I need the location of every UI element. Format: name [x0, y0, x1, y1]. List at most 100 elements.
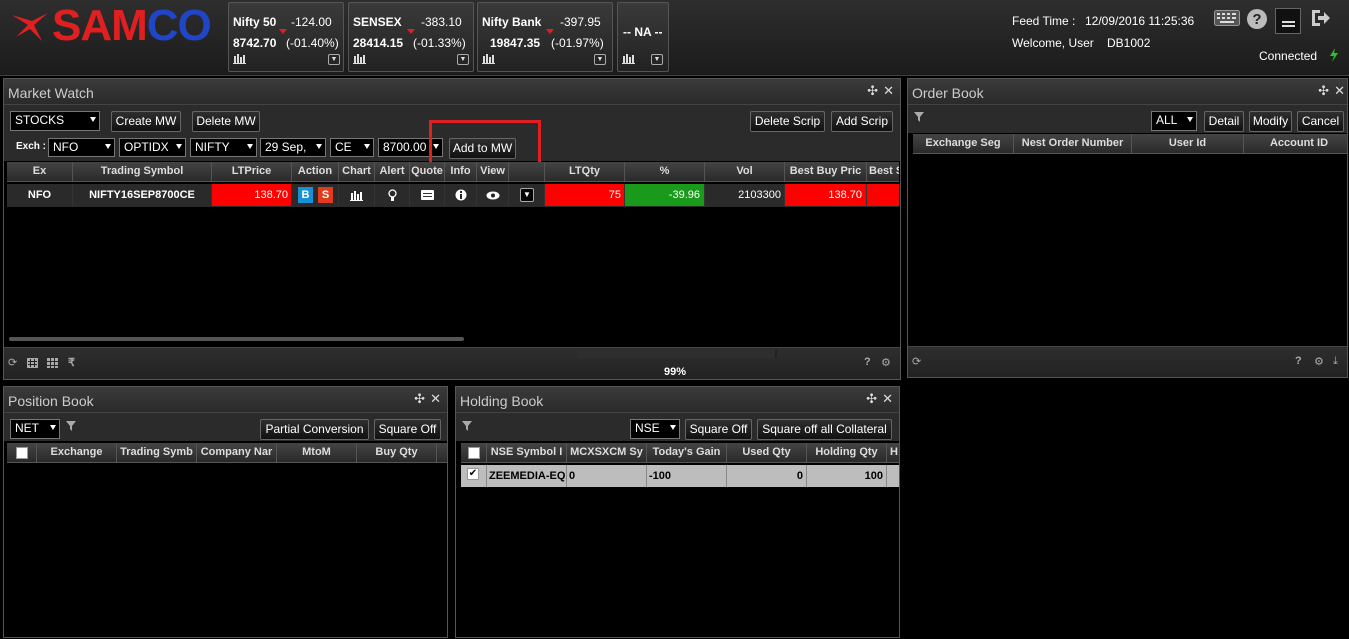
col-header[interactable]: Used Qty — [727, 443, 807, 462]
ticker-dropdown-icon[interactable]: ▼ — [457, 54, 469, 65]
square-off-all-collateral-button[interactable]: Square off all Collateral — [757, 419, 892, 440]
close-icon[interactable]: ✕ — [430, 391, 441, 407]
chart-icon[interactable] — [233, 52, 247, 64]
settings-icon[interactable]: ⚙ — [1314, 355, 1324, 368]
row-checkbox-checked[interactable]: ✔ — [467, 468, 479, 480]
col-header[interactable]: Company Nar — [197, 443, 277, 462]
cancel-button[interactable]: Cancel — [1297, 111, 1344, 132]
chart-icon[interactable] — [353, 52, 367, 64]
col-header[interactable]: Today's Gain — [647, 443, 727, 462]
col-header[interactable]: Holding Qty — [807, 443, 887, 462]
col-header[interactable]: Best Buy Pric — [785, 162, 867, 181]
close-icon[interactable]: ✕ — [883, 83, 894, 99]
col-header[interactable]: % — [625, 162, 705, 181]
col-header[interactable]: Trading Symb — [117, 443, 197, 462]
col-header[interactable] — [437, 443, 447, 462]
move-icon[interactable]: ✣ — [1318, 83, 1329, 99]
refresh-icon[interactable]: ⟳ — [912, 355, 921, 368]
horizontal-scrollbar[interactable] — [9, 337, 464, 341]
filter-icon[interactable] — [66, 421, 76, 431]
col-header[interactable]: Action — [292, 162, 339, 181]
keyboard-icon[interactable] — [1214, 10, 1240, 26]
col-header[interactable]: Exchange — [37, 443, 117, 462]
col-header[interactable]: Alert — [375, 162, 410, 181]
col-header[interactable] — [509, 162, 545, 181]
col-header[interactable]: View — [477, 162, 509, 181]
move-icon[interactable]: ✣ — [414, 391, 425, 407]
col-header[interactable]: MtoM — [277, 443, 357, 462]
detail-button[interactable]: Detail — [1204, 111, 1244, 132]
col-header[interactable]: NSE Symbol I — [487, 443, 567, 462]
col-header[interactable]: MCXSXCM Sy — [567, 443, 647, 462]
square-off-button[interactable]: Square Off — [374, 419, 441, 440]
buy-button[interactable]: B — [298, 187, 313, 203]
ticker-dropdown-icon[interactable]: ▼ — [651, 54, 663, 65]
instrument-select[interactable]: OPTIDX — [119, 138, 186, 157]
col-header[interactable]: H — [887, 443, 899, 462]
modify-button[interactable]: Modify — [1249, 111, 1292, 132]
chart-icon[interactable] — [482, 52, 496, 64]
filter-icon[interactable] — [462, 421, 472, 431]
close-icon[interactable]: ✕ — [882, 391, 893, 407]
col-header[interactable]: Info — [445, 162, 477, 181]
table-row[interactable]: ✔ ZEEMEDIA-EQ 0 -100 0 100 — [461, 465, 899, 487]
ticker-sensex[interactable]: SENSEX -383.10 28414.15 (-01.33%) ▼ — [348, 2, 474, 72]
tile-view-icon[interactable] — [47, 358, 58, 368]
ticker-niftybank[interactable]: Nifty Bank -397.95 19847.35 (-01.97%) ▼ — [477, 2, 613, 72]
eye-icon[interactable] — [486, 191, 500, 200]
col-header[interactable]: Account ID — [1244, 134, 1347, 153]
move-icon[interactable]: ✣ — [866, 391, 877, 407]
col-header[interactable]: Exchange Seg — [913, 134, 1014, 153]
help-icon[interactable]: ? — [864, 356, 871, 368]
select-all-checkbox[interactable] — [16, 447, 28, 459]
logout-icon[interactable] — [1309, 8, 1331, 28]
bulb-icon[interactable] — [388, 189, 397, 202]
grid-view-icon[interactable] — [27, 358, 38, 368]
square-off-button[interactable]: Square Off — [685, 419, 752, 440]
quote-icon[interactable] — [421, 190, 434, 200]
ticker-dropdown-icon[interactable]: ▼ — [594, 54, 606, 65]
delete-scrip-button[interactable]: Delete Scrip — [750, 111, 825, 132]
add-scrip-button[interactable]: Add Scrip — [831, 111, 893, 132]
help-icon[interactable]: ? — [1295, 355, 1302, 367]
ticker-nifty50[interactable]: Nifty 50 -124.00 8742.70 (-01.40%) ▼ — [228, 2, 344, 72]
col-header[interactable]: User Id — [1132, 134, 1244, 153]
filter-icon[interactable] — [914, 112, 924, 122]
col-header[interactable]: Buy Qty — [357, 443, 437, 462]
rupee-icon[interactable]: ₹ — [68, 356, 75, 369]
ticker-na[interactable]: -- NA -- ▼ — [617, 2, 669, 72]
col-header[interactable]: Chart — [339, 162, 375, 181]
ticker-dropdown-icon[interactable]: ▼ — [328, 54, 340, 65]
menu-icon[interactable] — [1275, 8, 1301, 34]
col-header[interactable]: Quote — [410, 162, 445, 181]
col-header[interactable]: Best S — [867, 162, 899, 181]
download-icon[interactable]: ⤓ — [1333, 355, 1338, 368]
option-type-select[interactable]: CE — [330, 138, 374, 157]
select-all-checkbox[interactable] — [468, 447, 480, 459]
chart-icon[interactable] — [350, 189, 364, 201]
col-header[interactable]: Vol — [705, 162, 785, 181]
move-icon[interactable]: ✣ — [867, 83, 878, 99]
delete-mw-button[interactable]: Delete MW — [192, 111, 260, 132]
settings-icon[interactable]: ⚙ — [881, 356, 891, 369]
col-header[interactable]: LTPrice — [212, 162, 292, 181]
holding-exchange-select[interactable]: NSE — [630, 419, 680, 439]
position-filter-select[interactable]: NET — [10, 419, 60, 439]
row-dropdown-icon[interactable]: ▼ — [520, 188, 534, 202]
exchange-select[interactable]: NFO — [48, 138, 115, 157]
col-header[interactable]: LTQty — [545, 162, 625, 181]
sell-button[interactable]: S — [318, 187, 333, 203]
symbol-select[interactable]: NIFTY — [190, 138, 257, 157]
partial-conversion-button[interactable]: Partial Conversion — [260, 419, 369, 440]
table-row[interactable]: NFO NIFTY16SEP8700CE 138.70 B S ▼ 75 -39… — [7, 184, 899, 207]
refresh-icon[interactable]: ⟳ — [8, 356, 17, 369]
close-icon[interactable]: ✕ — [1334, 83, 1345, 99]
create-mw-button[interactable]: Create MW — [111, 111, 181, 132]
order-filter-select[interactable]: ALL — [1151, 111, 1197, 131]
col-header[interactable]: Trading Symbol — [73, 162, 212, 181]
help-icon[interactable]: ? — [1246, 8, 1268, 30]
info-icon[interactable] — [455, 189, 467, 201]
chart-icon[interactable] — [622, 52, 636, 64]
col-header[interactable]: Ex — [7, 162, 73, 181]
col-header[interactable]: Nest Order Number — [1014, 134, 1132, 153]
